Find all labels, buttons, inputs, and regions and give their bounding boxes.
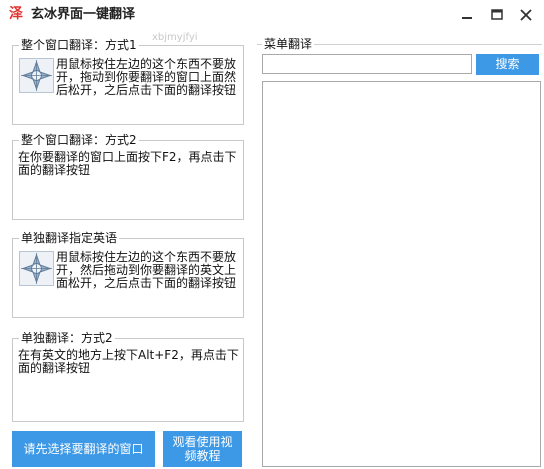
instruction-text: 在有英文的地方上按下Alt+F2，再点击下面的翻译按钮 — [18, 348, 239, 375]
app-logo-icon: 泽 — [9, 6, 23, 22]
crosshair-drag-icon[interactable] — [19, 58, 54, 93]
group-translate-method2: 单独翻译：方式2 在有英文的地方上按下Alt+F2，再点击下面的翻译按钮 — [12, 331, 244, 422]
watermark-text: xbjmyjfyi — [152, 32, 198, 43]
window-title: 玄冰界面一键翻译 — [31, 7, 136, 22]
group-title: 整个窗口翻译：方式2 — [19, 133, 139, 147]
group-title: 整个窗口翻译：方式1 — [19, 38, 139, 52]
instruction-text: 在你要翻译的窗口上面按下F2，再点击下面的翻译按钮 — [18, 150, 237, 177]
group-window-translate-method1: 整个窗口翻译：方式1 用鼠标按住左边的这个东西不要放开，拖动到你要翻译的窗口上面… — [12, 38, 244, 125]
instruction-text: 用鼠标按住左边的这个东西不要放开，拖动到你要翻译的窗口上面然后松开，之后点击下面… — [56, 57, 237, 97]
close-icon[interactable] — [517, 6, 535, 24]
maximize-icon[interactable] — [488, 6, 506, 24]
group-window-translate-method2: 整个窗口翻译：方式2 在你要翻译的窗口上面按下F2，再点击下面的翻译按钮 — [12, 133, 244, 220]
select-window-button[interactable]: 请先选择要翻译的窗口 — [12, 431, 155, 467]
group-title: 单独翻译：方式2 — [19, 331, 115, 345]
instruction-text: 用鼠标按住左边的这个东西不要放开，然后拖动到你要翻译的英文上面松开，之后点击下面… — [56, 250, 237, 290]
title-bar: 泽 玄冰界面一键翻译 — [0, 0, 544, 30]
video-tutorial-button[interactable]: 观看使用视频教程 — [163, 431, 242, 467]
minimize-icon[interactable] — [458, 6, 476, 24]
crosshair-drag-icon[interactable] — [19, 251, 54, 286]
search-input[interactable] — [262, 54, 472, 74]
translation-results-list[interactable] — [262, 81, 541, 467]
search-button[interactable]: 搜索 — [476, 54, 539, 75]
group-translate-english: 单独翻译指定英语 用鼠标按住左边的这个东西不要放开，然后拖动到你要翻译的英文上面… — [12, 231, 244, 318]
group-title: 单独翻译指定英语 — [19, 231, 120, 245]
menu-translate-title: 菜单翻译 — [262, 37, 315, 51]
